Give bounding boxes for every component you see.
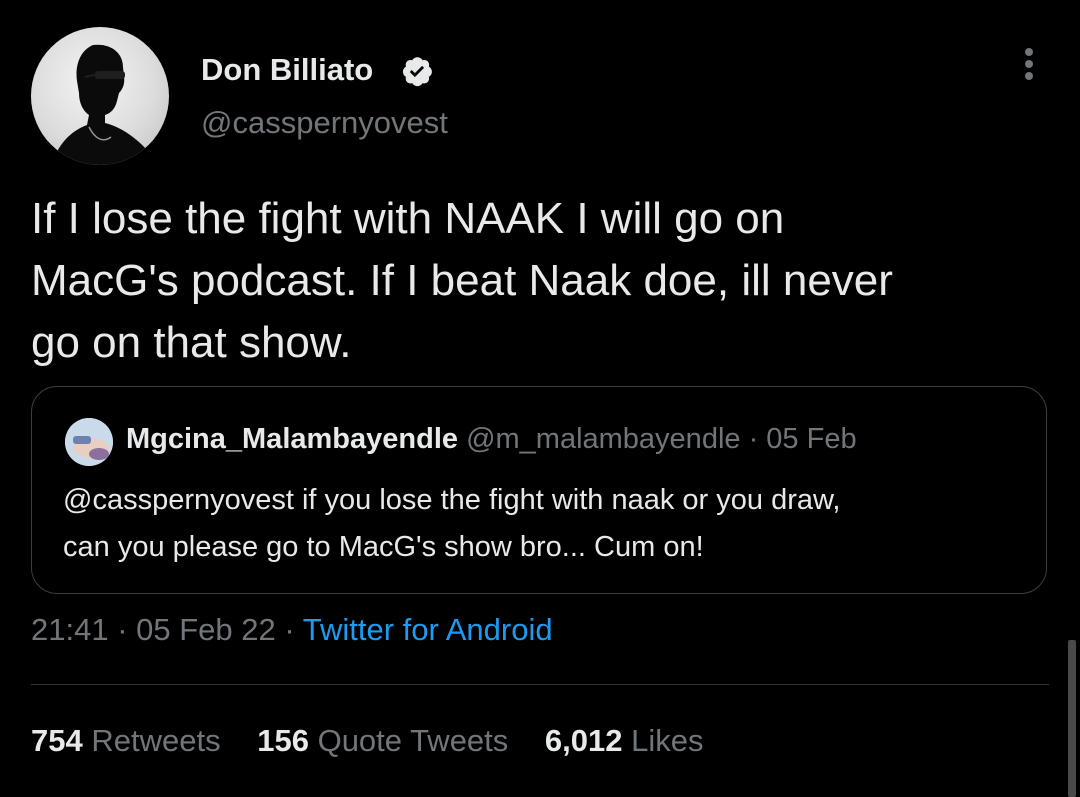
retweets-label: Retweets <box>91 723 221 758</box>
quoted-avatar-photo-icon <box>65 418 113 466</box>
tweet-text: If I lose the fight with NAAK I will go … <box>31 194 893 367</box>
more-options-button[interactable] <box>1014 48 1044 88</box>
quoted-tweet-header: Mgcina_Malambayendle @m_malambayendle · … <box>126 423 857 456</box>
tweet-stats: 754 Retweets 156 Quote Tweets 6,012 Like… <box>31 723 732 759</box>
likes-stat[interactable]: 6,012 Likes <box>545 723 704 759</box>
profile-photo-icon <box>51 44 159 165</box>
scrollbar[interactable] <box>1068 640 1076 797</box>
meta-separator: · <box>275 612 303 647</box>
quoted-tweet-text: @casspernyovest if you lose the fight wi… <box>63 484 841 563</box>
tweet-meta: 21:41 · 05 Feb 22 · Twitter for Android <box>31 612 553 648</box>
author-avatar[interactable] <box>31 27 169 165</box>
retweets-stat[interactable]: 754 Retweets <box>31 723 221 759</box>
tweet-source-link[interactable]: Twitter for Android <box>303 612 553 647</box>
likes-count: 6,012 <box>544 723 623 758</box>
retweets-count: 754 <box>31 723 83 758</box>
quote-tweets-stat[interactable]: 156 Quote Tweets <box>257 723 508 759</box>
more-options-icon <box>1025 48 1033 56</box>
author-handle[interactable]: @casspernyovest <box>201 105 448 141</box>
author-display-name[interactable]: Don Billiato <box>201 52 373 88</box>
tweet-date[interactable]: 05 Feb 22 <box>136 612 276 647</box>
quote-tweets-count: 156 <box>257 723 309 758</box>
likes-label: Likes <box>631 723 704 758</box>
more-options-dot <box>1025 60 1033 68</box>
quote-tweets-label: Quote Tweets <box>317 723 509 758</box>
quoted-author-avatar[interactable] <box>65 418 113 466</box>
quoted-tweet-card[interactable]: Mgcina_Malambayendle @m_malambayendle · … <box>31 386 1047 594</box>
more-options-dot <box>1025 72 1033 80</box>
tweet-time[interactable]: 21:41 <box>31 612 109 647</box>
verified-badge-icon <box>402 57 432 87</box>
divider <box>31 684 1049 685</box>
quoted-author-name[interactable]: Mgcina_Malambayendle <box>126 423 458 455</box>
quoted-tweet-date[interactable]: 05 Feb <box>766 423 856 455</box>
quoted-author-handle[interactable]: @m_malambayendle <box>466 423 740 455</box>
quoted-header-separator: · <box>740 423 767 455</box>
meta-separator: · <box>108 612 137 647</box>
